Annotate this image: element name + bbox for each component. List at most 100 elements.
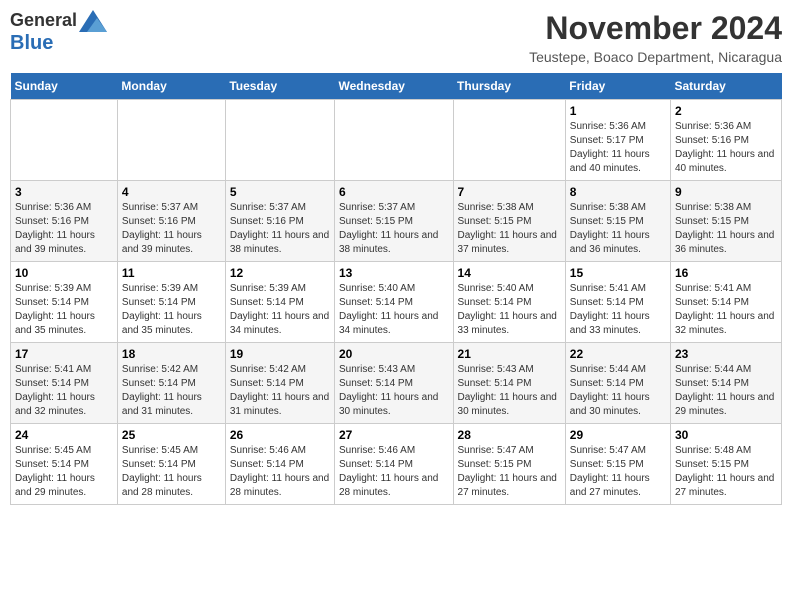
day-info: Sunrise: 5:44 AM Sunset: 5:14 PM Dayligh…: [570, 363, 666, 419]
day-info: Sunrise: 5:42 AM Sunset: 5:14 PM Dayligh…: [122, 363, 221, 419]
subtitle: Teustepe, Boaco Department, Nicaragua: [529, 49, 782, 65]
day-info: Sunrise: 5:45 AM Sunset: 5:14 PM Dayligh…: [15, 444, 113, 500]
day-info: Sunrise: 5:43 AM Sunset: 5:14 PM Dayligh…: [339, 363, 449, 419]
day-number: 7: [458, 185, 561, 199]
day-info: Sunrise: 5:39 AM Sunset: 5:14 PM Dayligh…: [122, 282, 221, 338]
logo: General Blue: [10, 10, 107, 54]
day-cell: 16 Sunrise: 5:41 AM Sunset: 5:14 PM Dayli…: [671, 262, 782, 343]
day-cell: 6 Sunrise: 5:37 AM Sunset: 5:15 PM Daylig…: [335, 181, 454, 262]
calendar-table: SundayMondayTuesdayWednesdayThursdayFrid…: [10, 73, 782, 505]
day-number: 24: [15, 428, 113, 442]
day-cell: 10 Sunrise: 5:39 AM Sunset: 5:14 PM Dayli…: [11, 262, 118, 343]
day-number: 4: [122, 185, 221, 199]
day-info: Sunrise: 5:41 AM Sunset: 5:14 PM Dayligh…: [15, 363, 113, 419]
day-number: 6: [339, 185, 449, 199]
week-row-2: 3Sunrise: 5:36 AM Sunset: 5:16 PM Daylig…: [11, 181, 782, 262]
day-cell: 5 Sunrise: 5:37 AM Sunset: 5:16 PM Daylig…: [225, 181, 334, 262]
day-number: 2: [675, 104, 777, 118]
day-number: 30: [675, 428, 777, 442]
day-number: 13: [339, 266, 449, 280]
day-cell: 30 Sunrise: 5:48 AM Sunset: 5:15 PM Dayli…: [671, 424, 782, 505]
day-cell: 29Sunrise: 5:47 AM Sunset: 5:15 PM Dayli…: [565, 424, 670, 505]
week-row-4: 17 Sunrise: 5:41 AM Sunset: 5:14 PM Dayli…: [11, 343, 782, 424]
day-cell: 3Sunrise: 5:36 AM Sunset: 5:16 PM Daylig…: [11, 181, 118, 262]
day-cell: 8Sunrise: 5:38 AM Sunset: 5:15 PM Daylig…: [565, 181, 670, 262]
day-number: 26: [230, 428, 330, 442]
day-cell: 13 Sunrise: 5:40 AM Sunset: 5:14 PM Dayli…: [335, 262, 454, 343]
logo-blue: Blue: [10, 32, 53, 54]
day-number: 9: [675, 185, 777, 199]
day-cell: 27Sunrise: 5:46 AM Sunset: 5:14 PM Dayli…: [335, 424, 454, 505]
day-cell: 18 Sunrise: 5:42 AM Sunset: 5:14 PM Dayli…: [117, 343, 225, 424]
day-cell: [225, 100, 334, 181]
day-number: 16: [675, 266, 777, 280]
day-number: 18: [122, 347, 221, 361]
day-info: Sunrise: 5:40 AM Sunset: 5:14 PM Dayligh…: [339, 282, 449, 338]
day-info: Sunrise: 5:36 AM Sunset: 5:16 PM Dayligh…: [675, 120, 777, 176]
day-cell: 2 Sunrise: 5:36 AM Sunset: 5:16 PM Daylig…: [671, 100, 782, 181]
day-info: Sunrise: 5:45 AM Sunset: 5:14 PM Dayligh…: [122, 444, 221, 500]
day-cell: 23Sunrise: 5:44 AM Sunset: 5:14 PM Dayli…: [671, 343, 782, 424]
day-cell: 25 Sunrise: 5:45 AM Sunset: 5:14 PM Dayli…: [117, 424, 225, 505]
weekday-header-sunday: Sunday: [11, 73, 118, 100]
day-cell: 22 Sunrise: 5:44 AM Sunset: 5:14 PM Dayli…: [565, 343, 670, 424]
day-cell: 17 Sunrise: 5:41 AM Sunset: 5:14 PM Dayli…: [11, 343, 118, 424]
day-number: 5: [230, 185, 330, 199]
day-number: 19: [230, 347, 330, 361]
title-area: November 2024 Teustepe, Boaco Department…: [529, 10, 782, 65]
page-header: General Blue November 2024 Teustepe, Boa…: [10, 10, 782, 65]
day-number: 22: [570, 347, 666, 361]
day-info: Sunrise: 5:41 AM Sunset: 5:14 PM Dayligh…: [675, 282, 777, 338]
day-info: Sunrise: 5:37 AM Sunset: 5:16 PM Dayligh…: [122, 201, 221, 257]
day-info: Sunrise: 5:36 AM Sunset: 5:16 PM Dayligh…: [15, 201, 113, 257]
day-cell: 28 Sunrise: 5:47 AM Sunset: 5:15 PM Dayli…: [453, 424, 565, 505]
day-number: 10: [15, 266, 113, 280]
weekday-header-row: SundayMondayTuesdayWednesdayThursdayFrid…: [11, 73, 782, 100]
day-number: 27: [339, 428, 449, 442]
day-info: Sunrise: 5:47 AM Sunset: 5:15 PM Dayligh…: [458, 444, 561, 500]
weekday-header-monday: Monday: [117, 73, 225, 100]
day-info: Sunrise: 5:38 AM Sunset: 5:15 PM Dayligh…: [570, 201, 666, 257]
day-number: 20: [339, 347, 449, 361]
day-info: Sunrise: 5:40 AM Sunset: 5:14 PM Dayligh…: [458, 282, 561, 338]
day-cell: [335, 100, 454, 181]
day-info: Sunrise: 5:39 AM Sunset: 5:14 PM Dayligh…: [230, 282, 330, 338]
day-info: Sunrise: 5:37 AM Sunset: 5:16 PM Dayligh…: [230, 201, 330, 257]
day-info: Sunrise: 5:46 AM Sunset: 5:14 PM Dayligh…: [230, 444, 330, 500]
day-info: Sunrise: 5:42 AM Sunset: 5:14 PM Dayligh…: [230, 363, 330, 419]
day-cell: [453, 100, 565, 181]
day-cell: 11 Sunrise: 5:39 AM Sunset: 5:14 PM Dayli…: [117, 262, 225, 343]
day-number: 17: [15, 347, 113, 361]
day-info: Sunrise: 5:37 AM Sunset: 5:15 PM Dayligh…: [339, 201, 449, 257]
day-info: Sunrise: 5:36 AM Sunset: 5:17 PM Dayligh…: [570, 120, 666, 176]
day-cell: [11, 100, 118, 181]
day-info: Sunrise: 5:43 AM Sunset: 5:14 PM Dayligh…: [458, 363, 561, 419]
weekday-header-saturday: Saturday: [671, 73, 782, 100]
day-info: Sunrise: 5:38 AM Sunset: 5:15 PM Dayligh…: [675, 201, 777, 257]
main-title: November 2024: [529, 10, 782, 47]
day-info: Sunrise: 5:48 AM Sunset: 5:15 PM Dayligh…: [675, 444, 777, 500]
week-row-1: 1Sunrise: 5:36 AM Sunset: 5:17 PM Daylig…: [11, 100, 782, 181]
day-cell: 14 Sunrise: 5:40 AM Sunset: 5:14 PM Dayli…: [453, 262, 565, 343]
day-number: 12: [230, 266, 330, 280]
week-row-3: 10 Sunrise: 5:39 AM Sunset: 5:14 PM Dayli…: [11, 262, 782, 343]
day-cell: 12 Sunrise: 5:39 AM Sunset: 5:14 PM Dayli…: [225, 262, 334, 343]
day-number: 21: [458, 347, 561, 361]
day-cell: 26 Sunrise: 5:46 AM Sunset: 5:14 PM Dayli…: [225, 424, 334, 505]
day-cell: 7 Sunrise: 5:38 AM Sunset: 5:15 PM Daylig…: [453, 181, 565, 262]
day-cell: 19 Sunrise: 5:42 AM Sunset: 5:14 PM Dayli…: [225, 343, 334, 424]
day-number: 11: [122, 266, 221, 280]
day-info: Sunrise: 5:38 AM Sunset: 5:15 PM Dayligh…: [458, 201, 561, 257]
day-cell: 20 Sunrise: 5:43 AM Sunset: 5:14 PM Dayli…: [335, 343, 454, 424]
day-info: Sunrise: 5:41 AM Sunset: 5:14 PM Dayligh…: [570, 282, 666, 338]
day-number: 25: [122, 428, 221, 442]
weekday-header-tuesday: Tuesday: [225, 73, 334, 100]
day-cell: 1Sunrise: 5:36 AM Sunset: 5:17 PM Daylig…: [565, 100, 670, 181]
day-number: 28: [458, 428, 561, 442]
weekday-header-wednesday: Wednesday: [335, 73, 454, 100]
day-info: Sunrise: 5:39 AM Sunset: 5:14 PM Dayligh…: [15, 282, 113, 338]
day-number: 14: [458, 266, 561, 280]
logo-icon: [79, 10, 107, 32]
logo-general: General: [10, 11, 77, 31]
day-cell: 9 Sunrise: 5:38 AM Sunset: 5:15 PM Daylig…: [671, 181, 782, 262]
